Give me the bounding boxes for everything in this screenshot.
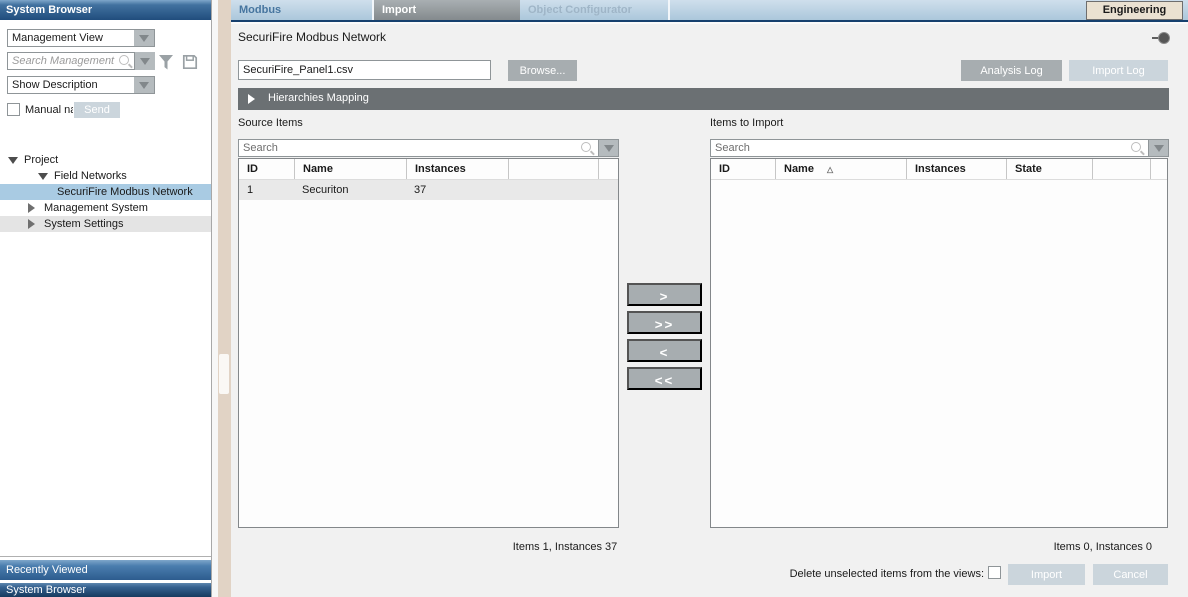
tree-item-label: System Settings [44,216,123,232]
source-summary: Items 1, Instances 37 [470,541,660,553]
sort-ascending-icon [827,163,833,175]
view-selector-dropdown[interactable]: Management View [7,29,155,47]
manual-checkbox[interactable] [7,103,20,116]
source-search-filter-button[interactable] [599,139,619,157]
column-header-name-label: Name [784,163,814,175]
move-right-button[interactable]: > [627,283,702,306]
view-selector-value: Management View [8,30,134,46]
expander-right-icon [248,94,255,104]
table-header-row: ID Name Instances State [711,159,1167,180]
column-header-empty[interactable] [508,159,598,179]
chevron-down-icon [139,35,149,42]
column-header-state[interactable]: State [1006,159,1092,179]
tree-item-label: SecuriFire Modbus Network [57,184,193,200]
search-icon [119,55,132,68]
search-management-input[interactable] [7,52,135,70]
description-selector-value: Show Description [8,77,134,93]
chevron-down-icon [1154,145,1164,152]
app-root: System Browser Management View Show Desc… [0,0,1188,597]
send-button[interactable]: Send [74,102,120,118]
column-header-name[interactable]: Name [775,159,906,179]
tree-item-system-settings[interactable]: System Settings [0,216,211,232]
import-search-filter-button[interactable] [1149,139,1169,157]
import-log-button[interactable]: Import Log [1069,60,1168,81]
tab-object-configurator[interactable]: Object Configurator [520,0,668,20]
save-icon[interactable] [182,54,198,73]
chevron-down-icon [140,58,150,65]
items-to-import-table: ID Name Instances State [710,158,1168,528]
tab-import[interactable]: Import [374,0,520,20]
page-title: SecuriFire Modbus Network [238,30,386,44]
expander-right-icon[interactable] [28,219,35,229]
column-header-empty[interactable] [1092,159,1150,179]
move-left-button[interactable]: < [627,339,702,362]
system-browser-bottom-bar[interactable]: System Browser [0,583,211,597]
browse-button[interactable]: Browse... [508,60,577,81]
analysis-log-button[interactable]: Analysis Log [961,60,1062,81]
tree-item-label: Field Networks [54,168,127,184]
cell-instances: 37 [406,180,508,200]
engineering-mode-button[interactable]: Engineering [1086,1,1183,20]
expander-down-icon[interactable] [38,173,48,180]
chevron-down-icon [139,82,149,89]
move-all-right-button[interactable]: >> [627,311,702,334]
tab-modbus[interactable]: Modbus [231,0,372,20]
cell-name: Securiton [294,180,406,200]
cancel-button[interactable]: Cancel [1093,564,1168,585]
column-header-name[interactable]: Name [294,159,406,179]
source-items-label: Source Items [238,117,303,129]
hierarchies-mapping-expander[interactable]: Hierarchies Mapping [238,88,1169,110]
description-selector-dropdown[interactable]: Show Description [7,76,155,94]
items-to-import-label: Items to Import [710,117,783,129]
system-browser-header: System Browser [0,0,211,20]
pin-icon[interactable] [1158,32,1170,44]
system-browser-panel: System Browser Management View Show Desc… [0,0,212,597]
import-button[interactable]: Import [1008,564,1085,585]
column-header-instances[interactable]: Instances [906,159,1006,179]
tree-item-management-system[interactable]: Management System [0,200,211,216]
vertical-splitter[interactable] [218,0,231,597]
chevron-down-icon [604,145,614,152]
delete-unselected-label: Delete unselected items from the views: [684,568,984,580]
splitter-thumb[interactable] [219,354,229,394]
move-all-left-button[interactable]: << [627,367,702,390]
expander-down-icon[interactable] [8,157,18,164]
search-icon [1131,142,1144,155]
column-header-instances[interactable]: Instances [406,159,508,179]
tree-item-field-networks[interactable]: Field Networks [0,168,211,184]
delete-unselected-checkbox[interactable] [988,566,1001,579]
manual-checkbox-label: Manual na [25,104,73,116]
search-options-arrow-button[interactable] [135,52,155,70]
tree-item-label: Project [24,152,58,168]
expander-right-icon[interactable] [28,203,35,213]
tree-item-securifire-modbus-network[interactable]: SecuriFire Modbus Network [0,184,211,200]
import-search-input[interactable] [710,139,1149,157]
description-selector-arrow-button[interactable] [134,77,154,93]
hierarchies-mapping-label: Hierarchies Mapping [268,92,369,104]
table-row-securiton[interactable]: 1 Securiton 37 [239,180,618,200]
search-icon [581,142,594,155]
filter-icon[interactable] [158,55,174,73]
column-header-id[interactable]: ID [711,159,775,179]
divider [0,556,211,557]
source-items-table: ID Name Instances 1 Securiton 37 [238,158,619,528]
cell-id: 1 [239,180,294,200]
source-search-input[interactable] [238,139,599,157]
recently-viewed-bar[interactable]: Recently Viewed [0,560,211,580]
view-selector-arrow-button[interactable] [134,30,154,46]
column-header-empty[interactable] [598,159,618,179]
tree-item-label: Management System [44,200,148,216]
tab-separator [668,0,670,20]
import-summary: Items 0, Instances 0 [950,541,1152,553]
tree-item-project[interactable]: Project [0,152,211,168]
column-header-id[interactable]: ID [239,159,294,179]
table-header-row: ID Name Instances [239,159,618,180]
column-header-empty[interactable] [1150,159,1167,179]
file-path-input[interactable] [238,60,491,80]
